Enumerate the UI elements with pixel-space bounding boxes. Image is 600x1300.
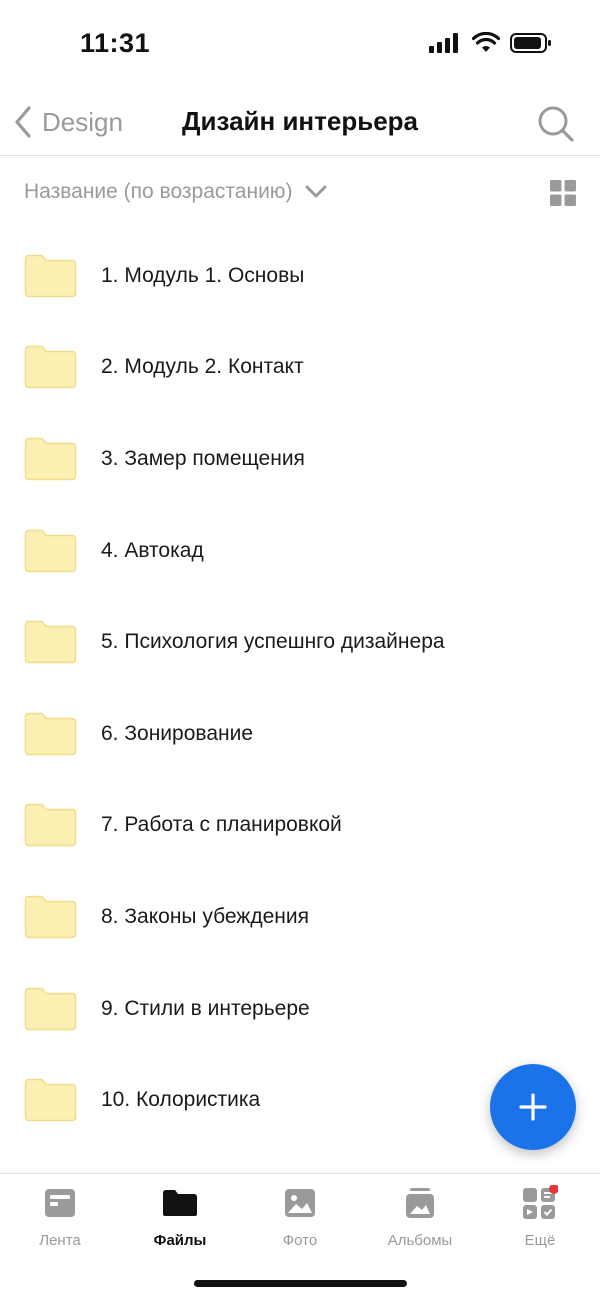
tab-feed[interactable]: Лента xyxy=(0,1184,120,1254)
photo-icon xyxy=(281,1184,319,1222)
tab-label: Ещё xyxy=(524,1232,556,1249)
page-title: Дизайн интерьера xyxy=(181,106,418,136)
folder-icon xyxy=(24,895,77,939)
list-item[interactable]: 3. Замер помещения xyxy=(0,413,600,505)
folder-icon xyxy=(24,712,77,756)
folder-icon xyxy=(24,254,77,298)
list-item[interactable]: 6. Зонирование xyxy=(0,688,600,780)
file-list: 1. Модуль 1. Основы 2. Модуль 2. Контакт 3… xyxy=(0,230,600,1146)
feed-icon xyxy=(41,1184,79,1222)
list-item[interactable]: 8. Законы убеждения xyxy=(0,871,600,963)
more-apps-icon xyxy=(521,1184,559,1222)
navigation-bar: Design Дизайн интерьера xyxy=(0,90,600,156)
battery-icon xyxy=(510,33,551,53)
file-name: 8. Законы убеждения xyxy=(101,904,309,928)
list-item[interactable]: 7. Работа с планировкой xyxy=(0,780,600,872)
status-bar: 11:31 xyxy=(0,0,600,90)
folder-icon xyxy=(24,1078,77,1122)
folder-icon xyxy=(24,620,77,664)
grid-view-icon xyxy=(550,180,576,206)
list-item[interactable]: 2. Модуль 2. Контакт xyxy=(0,322,600,414)
folder-icon xyxy=(24,346,77,389)
tab-albums[interactable]: Альбомы xyxy=(360,1184,480,1254)
tab-label: Лента xyxy=(39,1232,81,1249)
chevron-down-icon xyxy=(305,185,327,198)
folder-icon xyxy=(24,804,77,847)
file-name: 4. Автокад xyxy=(101,538,204,562)
home-indicator xyxy=(194,1280,407,1287)
file-name: 5. Психология успешнго дизайнера xyxy=(101,630,445,654)
folder-icon xyxy=(24,437,77,481)
search-button[interactable] xyxy=(536,104,576,144)
folder-icon xyxy=(24,987,77,1030)
file-name: 6. Зонирование xyxy=(101,721,254,745)
search-icon xyxy=(538,106,574,142)
sort-row: Название (по возрастанию) xyxy=(0,156,600,230)
add-button[interactable] xyxy=(490,1064,576,1150)
albums-icon xyxy=(401,1184,439,1222)
sort-dropdown[interactable]: Название (по возрастанию) xyxy=(24,180,327,204)
file-name: 2. Модуль 2. Контакт xyxy=(101,355,304,379)
status-icons xyxy=(428,32,552,54)
tab-photo[interactable]: Фото xyxy=(240,1184,360,1254)
tab-files[interactable]: Файлы xyxy=(120,1184,240,1254)
list-item[interactable]: 4. Автокад xyxy=(0,505,600,597)
folder-icon xyxy=(161,1184,199,1222)
wifi-icon xyxy=(472,32,500,52)
file-name: 3. Замер помещения xyxy=(101,446,305,470)
list-item[interactable]: 9. Стили в интерьере xyxy=(0,963,600,1055)
tab-label: Файлы xyxy=(153,1232,207,1249)
plus-icon xyxy=(519,1093,547,1121)
grid-view-button[interactable] xyxy=(550,180,576,211)
status-time: 11:31 xyxy=(80,28,151,58)
sort-label: Название (по возрастанию) xyxy=(24,180,293,203)
file-name: 7. Работа с планировкой xyxy=(101,813,342,837)
list-item[interactable]: 1. Модуль 1. Основы xyxy=(0,230,600,322)
tab-label: Альбомы xyxy=(387,1232,453,1249)
file-name: 1. Модуль 1. Основы xyxy=(101,263,305,287)
tab-more[interactable]: Ещё xyxy=(480,1184,600,1254)
signal-icon xyxy=(429,33,458,53)
list-item[interactable]: 5. Психология успешнго дизайнера xyxy=(0,596,600,688)
folder-icon xyxy=(24,529,77,572)
tab-label: Фото xyxy=(282,1232,318,1249)
file-name: 10. Колористика xyxy=(101,1088,261,1112)
file-name: 9. Стили в интерьере xyxy=(101,996,310,1020)
